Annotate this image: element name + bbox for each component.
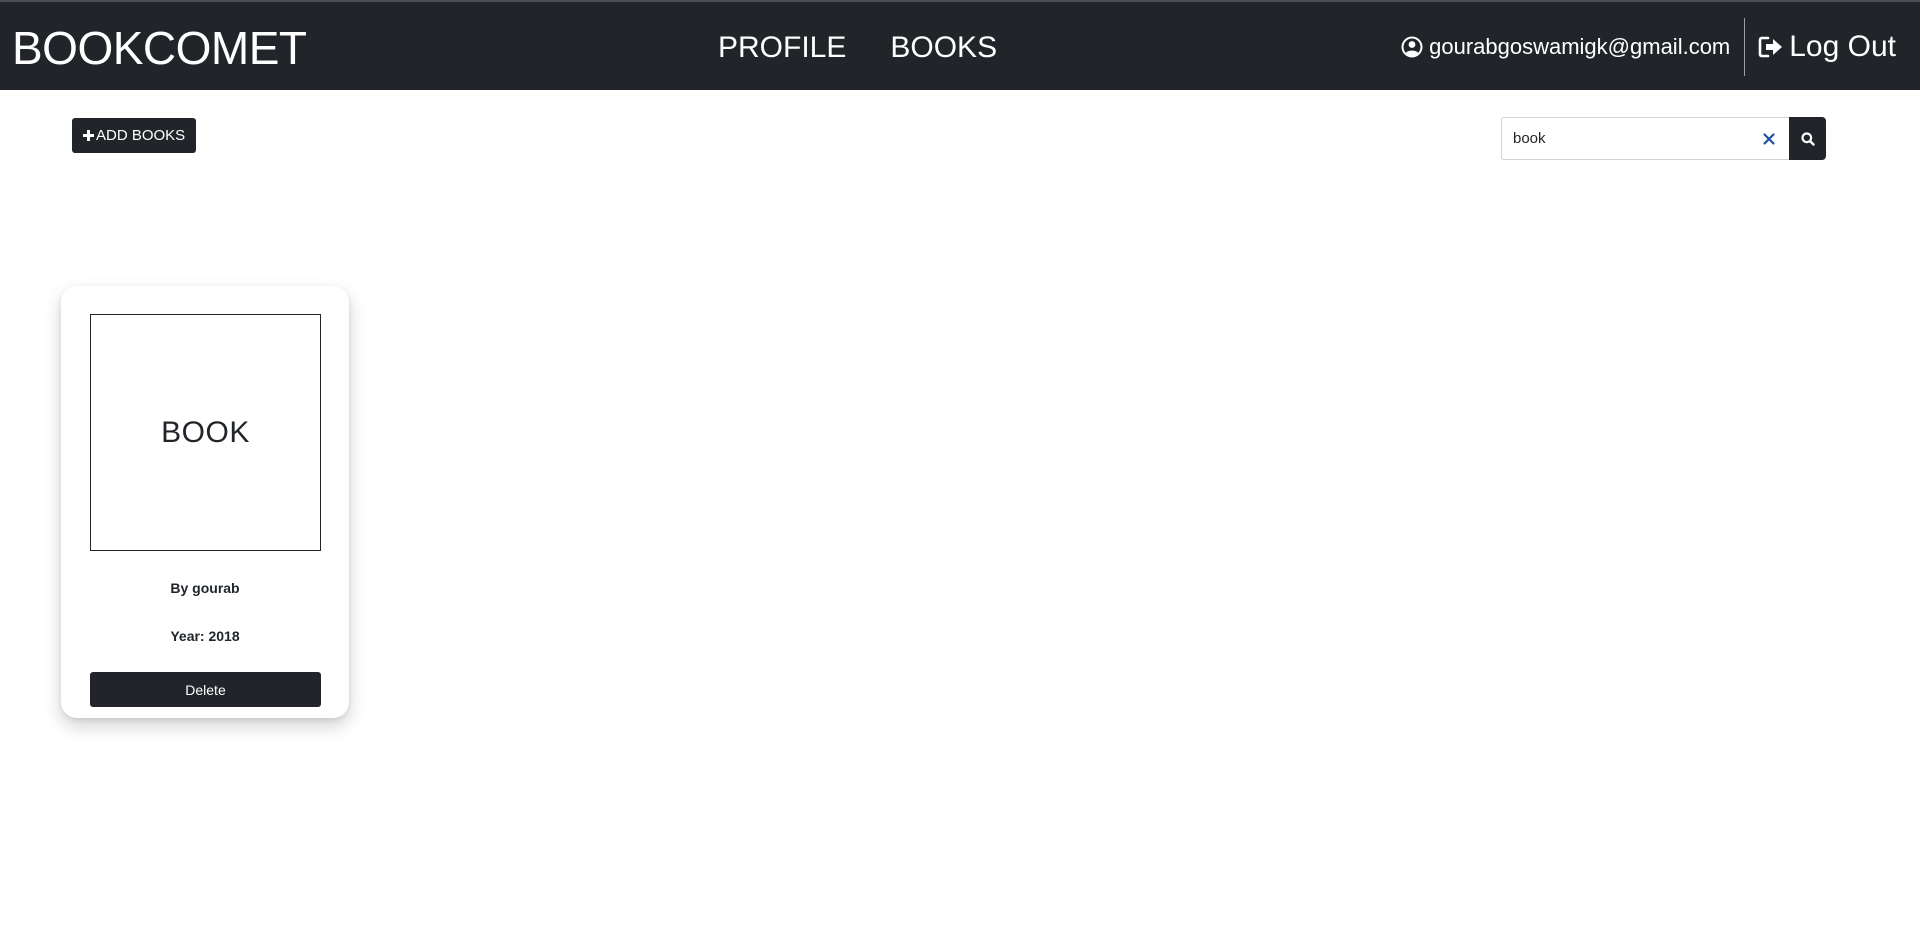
close-icon[interactable] <box>1761 131 1777 147</box>
search-button[interactable] <box>1789 117 1826 160</box>
search-input[interactable] <box>1502 118 1789 159</box>
search-bar <box>1501 117 1826 160</box>
sign-out-icon <box>1757 33 1785 61</box>
book-cover: BOOK <box>90 314 321 551</box>
book-card: BOOK By gourab Year: 2018 Delete <box>61 286 349 718</box>
nav-divider <box>1744 18 1746 76</box>
book-author: By gourab <box>170 580 240 596</box>
navbar: BOOKCOMET PROFILE BOOKS gourabgoswamigk@… <box>0 0 1920 90</box>
add-books-button[interactable]: ADD BOOKS <box>72 118 197 153</box>
nav-link-books[interactable]: BOOKS <box>890 30 997 66</box>
search-icon <box>1800 131 1815 146</box>
book-year: Year: 2018 <box>170 628 240 644</box>
logout-button[interactable]: Log Out <box>1757 30 1896 64</box>
user-circle-icon <box>1401 36 1423 58</box>
main-nav: PROFILE BOOKS <box>718 30 997 66</box>
book-cover-text: BOOK <box>161 415 250 449</box>
user-info: gourabgoswamigk@gmail.com <box>1401 34 1744 60</box>
delete-button[interactable]: Delete <box>90 672 321 707</box>
nav-link-profile[interactable]: PROFILE <box>718 30 846 66</box>
search-field-wrapper <box>1501 117 1789 160</box>
brand-logo[interactable]: BOOKCOMET <box>12 24 307 72</box>
nav-right: gourabgoswamigk@gmail.com Log Out <box>1401 18 1896 76</box>
logout-label: Log Out <box>1789 30 1896 63</box>
user-email: gourabgoswamigk@gmail.com <box>1429 34 1731 59</box>
plus-icon <box>83 130 94 141</box>
add-books-label: ADD BOOKS <box>96 127 186 144</box>
